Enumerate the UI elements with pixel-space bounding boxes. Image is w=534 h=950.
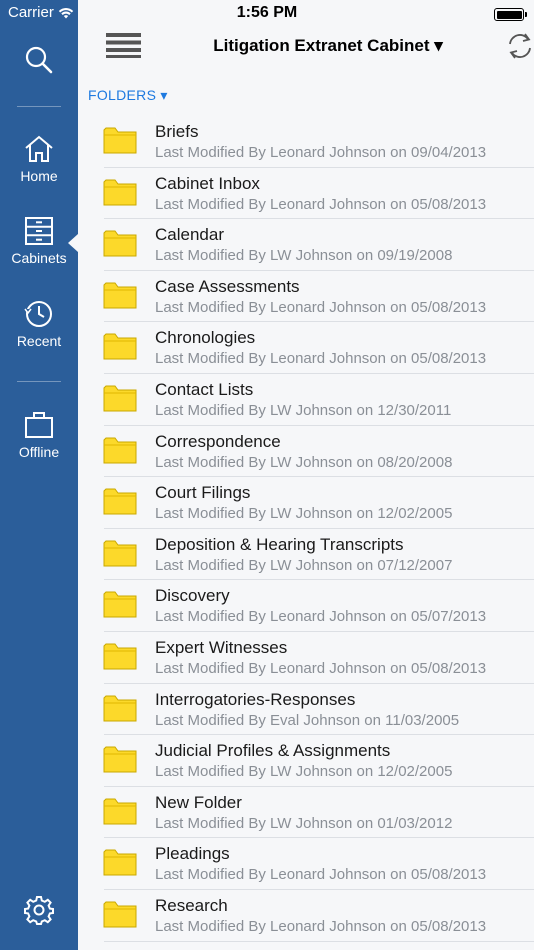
page-title[interactable]: Litigation Extranet Cabinet ▾ [178,36,478,56]
home-icon [25,135,53,162]
folder-meta: Last Modified By Eval Johnson on 11/03/2… [155,711,460,729]
folder-meta: Last Modified By Leonard Johnson on 05/0… [155,298,487,316]
main-panel: 1:56 PM Litigation Extranet Cabinet ▾ FO… [78,0,534,950]
folder-name: New Folder [155,792,242,812]
folder-row[interactable]: Deposition & Hearing Transcripts Last Mod… [78,529,534,581]
folder-name: Calendar [155,225,224,245]
folder-icon [103,591,137,618]
folder-meta: Last Modified By Leonard Johnson on 05/0… [155,350,487,368]
folder-icon [103,901,137,928]
folder-meta: Last Modified By LW Johnson on 08/20/200… [155,453,453,471]
folder-meta: Last Modified By Leonard Johnson on 05/0… [155,195,487,213]
folder-name: Correspondence [155,431,281,451]
status-carrier: Carrier [8,4,74,21]
briefcase-icon [25,412,53,438]
refresh-button[interactable] [506,31,534,66]
sidebar-item-home[interactable]: Home [0,134,78,184]
folder-icon [103,849,137,876]
folder-meta: Last Modified By Leonard Johnson on 09/0… [155,144,487,161]
folder-row[interactable]: Interrogatories-Responses Last Modified B… [78,684,534,736]
wifi-icon [58,7,74,18]
menu-button[interactable] [106,32,142,63]
folder-icon [103,643,137,670]
settings-button[interactable] [0,895,78,925]
folder-row[interactable]: Research Last Modified By Leonard Johnson… [78,890,534,942]
folder-row[interactable]: Court Filings Last Modified By LW Johnson… [78,477,534,529]
sidebar-item-recent[interactable]: Recent [0,299,78,349]
folder-name: Case Assessments [155,276,300,296]
folder-name: Research [155,895,228,915]
folder-icon [103,127,137,154]
carrier-label: Carrier [8,4,54,21]
folders-filter[interactable]: FOLDERS ▾ [88,87,168,104]
folder-list: Briefs Last Modified By Leonard Johnson o… [78,116,534,942]
sidebar-item-offline[interactable]: Offline [0,410,78,460]
folder-meta: Last Modified By LW Johnson on 07/12/200… [155,556,453,574]
folder-row[interactable]: Judicial Profiles & Assignments Last Modi… [78,735,534,787]
folder-row[interactable]: Expert Witnesses Last Modified By Leonard… [78,632,534,684]
folder-row[interactable]: Briefs Last Modified By Leonard Johnson o… [78,116,534,168]
folder-icon [103,333,137,360]
folder-row[interactable]: Correspondence Last Modified By LW Johnso… [78,426,534,478]
folder-meta: Last Modified By Leonard Johnson on 05/0… [155,659,487,677]
folder-name: Judicial Profiles & Assignments [155,741,391,761]
folder-icon [103,540,137,567]
sidebar-divider [17,106,61,107]
folder-meta: Last Modified By LW Johnson on 12/02/200… [155,505,453,523]
search-button[interactable] [0,44,78,76]
folder-row[interactable]: New Folder Last Modified By LW Johnson on… [78,787,534,839]
folder-row[interactable]: Contact Lists Last Modified By LW Johnson… [78,374,534,426]
folder-name: Deposition & Hearing Transcripts [155,534,404,554]
folder-row[interactable]: Case Assessments Last Modified By Leonard… [78,271,534,323]
sidebar-item-cabinets[interactable]: Cabinets [0,216,78,266]
folder-icon [103,230,137,257]
folder-icon [103,695,137,722]
folder-meta: Last Modified By LW Johnson on 09/19/200… [155,247,453,265]
folder-name: Contact Lists [155,379,254,399]
folder-row[interactable]: Pleadings Last Modified By Leonard Johnso… [78,838,534,890]
folder-name: Chronologies [155,328,256,348]
folder-name: Interrogatories-Responses [155,689,356,709]
folder-row[interactable]: Cabinet Inbox Last Modified By Leonard Jo… [78,168,534,220]
search-icon [25,46,53,74]
clock-icon [24,301,52,327]
hamburger-icon [106,33,141,58]
battery-icon [494,8,527,21]
folder-name: Court Filings [155,483,251,503]
folder-name: Cabinet Inbox [155,173,260,193]
folder-row[interactable]: Discovery Last Modified By Leonard Johnso… [78,580,534,632]
refresh-icon [509,33,531,59]
folder-meta: Last Modified By Leonard Johnson on 05/0… [155,866,487,884]
folder-meta: Last Modified By Leonard Johnson on 05/0… [155,917,487,935]
folder-meta: Last Modified By LW Johnson on 01/03/201… [155,814,453,832]
cabinet-icon [25,217,53,245]
sidebar-item-label: Cabinets [11,250,67,266]
folder-row[interactable]: Calendar Last Modified By LW Johnson on 0… [78,219,534,271]
gear-icon [24,896,54,925]
sidebar-divider [17,381,61,382]
folder-meta: Last Modified By Leonard Johnson on 05/0… [155,608,487,626]
folder-name: Pleadings [155,844,230,864]
folder-icon [103,488,137,515]
folder-row[interactable]: Chronologies Last Modified By Leonard Joh… [78,322,534,374]
sidebar-item-label: Offline [18,444,60,460]
active-indicator [68,234,78,252]
folder-name: Expert Witnesses [155,637,288,657]
folder-meta: Last Modified By LW Johnson on 12/30/201… [155,401,452,419]
folder-meta: Last Modified By LW Johnson on 12/02/200… [155,763,453,781]
folder-name: Discovery [155,586,230,606]
folder-name: Briefs [155,122,199,141]
status-time: 1:56 PM [236,4,298,21]
folder-icon [103,437,137,464]
folder-icon [103,282,137,309]
sidebar-item-label: Recent [16,333,62,349]
folder-icon [103,798,137,825]
sidebar-item-label: Home [20,168,58,184]
sidebar: Carrier Home Cabinets Recent Offline [0,0,78,950]
folder-icon [103,746,137,773]
folder-icon [103,179,137,206]
folder-icon [103,385,137,412]
